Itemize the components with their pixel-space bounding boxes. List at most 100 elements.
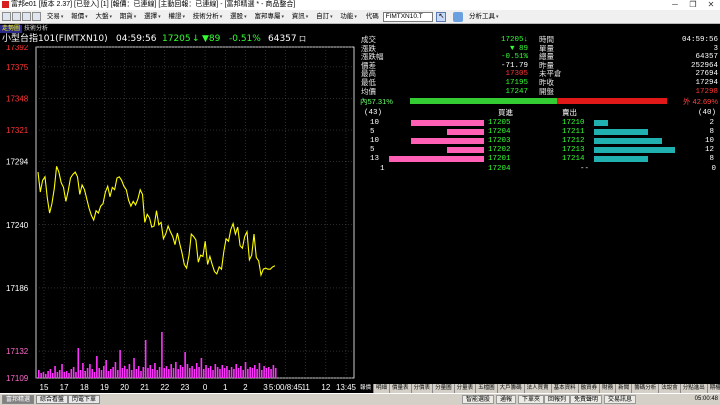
volume-bar bbox=[116, 370, 119, 378]
volume-bar bbox=[216, 367, 219, 378]
pointer-icon[interactable]: ↖ bbox=[436, 12, 447, 22]
quote-symbol-input[interactable]: FIMTXN10.T bbox=[382, 12, 433, 22]
intraday-trend-chart[interactable]: 1739217375173481732117294172401718617132… bbox=[0, 45, 358, 393]
order-folder-button[interactable]: 下單夾 bbox=[518, 395, 545, 404]
detail-tab[interactable]: 新聞 bbox=[616, 384, 633, 393]
menu-quote[interactable]: 報價 bbox=[68, 10, 91, 23]
detail-tab[interactable]: 基本資料 bbox=[552, 384, 579, 393]
trade-messages-button[interactable]: 交易訊息 bbox=[604, 395, 637, 404]
volume-bar bbox=[96, 356, 98, 378]
volume-bar bbox=[100, 370, 103, 378]
x-tick-label: 19 bbox=[100, 383, 109, 392]
volume-bar bbox=[251, 368, 254, 378]
volume-bar bbox=[79, 370, 82, 378]
quote-label: 開盤 bbox=[539, 86, 554, 96]
volume-bar bbox=[142, 367, 145, 378]
window-tab-overview[interactable]: 綜合看盤 bbox=[36, 395, 69, 404]
y-tick-label: 17375 bbox=[6, 63, 29, 72]
volume-bar bbox=[114, 362, 117, 378]
volume-bar bbox=[242, 370, 244, 378]
quote-value: 17305 bbox=[505, 70, 528, 79]
volume-bar bbox=[223, 368, 226, 378]
detail-tab[interactable]: 大戶籌碼 bbox=[498, 384, 525, 393]
menu-trade[interactable]: 交易 bbox=[44, 10, 67, 23]
menu-futures[interactable]: 期貨 bbox=[117, 10, 140, 23]
volume-bar bbox=[177, 369, 179, 378]
window-tab-fubon[interactable]: 富邦精選 bbox=[2, 395, 35, 404]
detail-tab[interactable]: 法人買賣 bbox=[525, 384, 552, 393]
detail-tab[interactable]: 期權買賣 bbox=[708, 384, 720, 393]
detail-tab[interactable]: 融資券 bbox=[579, 384, 601, 393]
print-icon[interactable] bbox=[32, 12, 41, 21]
x-tick-label: 22 bbox=[160, 383, 169, 392]
menu-market[interactable]: 大盤 bbox=[92, 10, 115, 23]
menu-fubon[interactable]: 富邦專屬 bbox=[251, 10, 287, 23]
inside-ratio-label: 內57.31% bbox=[360, 97, 393, 106]
menu-info[interactable]: 資訊 bbox=[289, 10, 312, 23]
bid-depth-bar bbox=[447, 147, 484, 153]
maximize-button[interactable]: ❐ bbox=[684, 0, 702, 10]
disclaimer-button[interactable]: 免責聲明 bbox=[570, 395, 603, 404]
chart-change-pct: -0.51% bbox=[229, 34, 261, 44]
menu-functions[interactable]: 功能 bbox=[337, 10, 360, 23]
menu-custom[interactable]: 自訂 bbox=[313, 10, 336, 23]
detail-tab[interactable]: 明細 bbox=[374, 384, 391, 393]
menu-technical[interactable]: 技術分析 bbox=[190, 10, 226, 23]
window-icon[interactable] bbox=[12, 12, 21, 21]
detail-tab[interactable]: 五檔圖 bbox=[476, 384, 498, 393]
menu-options[interactable]: 選擇 bbox=[141, 10, 164, 23]
menu-warrants[interactable]: 權證 bbox=[165, 10, 188, 23]
detail-tab[interactable]: 分量圖 bbox=[433, 384, 455, 393]
report-bar-button[interactable]: 回報列 bbox=[544, 395, 571, 404]
volume-bar bbox=[230, 367, 233, 378]
volume-bar bbox=[56, 372, 59, 378]
volume-bar bbox=[156, 370, 159, 378]
detail-tab[interactable]: 分價表 bbox=[412, 384, 434, 393]
volume-bar bbox=[137, 366, 140, 378]
detail-tab[interactable]: 分點進出 bbox=[681, 384, 708, 393]
detail-tab[interactable]: 價量表 bbox=[390, 384, 412, 393]
quote-value: 27694 bbox=[695, 70, 718, 79]
volume-bar bbox=[267, 367, 270, 378]
detail-tab[interactable]: 報價 bbox=[358, 384, 375, 393]
y-tick-label: 17186 bbox=[6, 284, 29, 293]
ask-depth-bar bbox=[594, 156, 649, 162]
volume-bar bbox=[163, 368, 166, 378]
volume-bar bbox=[263, 366, 265, 378]
quote-row: 昨收 17294 bbox=[539, 79, 718, 88]
detail-tab[interactable]: 財務 bbox=[600, 384, 617, 393]
tab-technical-analysis[interactable]: 技術分析 bbox=[22, 25, 50, 33]
summary-dash: -- bbox=[580, 165, 590, 173]
volume-bar bbox=[42, 372, 45, 378]
volume-bar bbox=[274, 368, 277, 378]
quote-label: 總量 bbox=[539, 52, 554, 62]
ask-depth-bar bbox=[594, 138, 662, 144]
bid-total: (43) bbox=[364, 109, 383, 117]
window-tab-flash-order[interactable]: 閃電下單 bbox=[68, 395, 101, 404]
quote-row: 時間 04:59:56 bbox=[539, 36, 718, 45]
tab-trend-chart[interactable]: 走勢圖 bbox=[0, 25, 23, 33]
volume-bar bbox=[40, 373, 42, 378]
layout-icon[interactable] bbox=[22, 12, 31, 21]
volume-bar bbox=[44, 374, 47, 378]
detail-tab[interactable]: 法說會 bbox=[659, 384, 681, 393]
analysis-tools-icon[interactable] bbox=[453, 12, 464, 22]
volume-bar bbox=[68, 373, 70, 378]
smart-screener-button[interactable]: 智能選股 bbox=[462, 395, 495, 404]
volume-bar bbox=[198, 367, 200, 378]
home-icon[interactable] bbox=[2, 12, 11, 21]
volume-bar bbox=[144, 340, 147, 378]
menu-analysis-tools[interactable]: 分析工具 bbox=[466, 10, 502, 23]
orderbook-row[interactable]: 13 17201 17214 8 bbox=[358, 154, 720, 164]
volume-bar bbox=[70, 369, 73, 378]
inside-outside-ratio: 內57.31% 外 42.69% bbox=[358, 97, 720, 106]
detail-tab[interactable]: 籌碼分析 bbox=[632, 384, 660, 393]
x-tick-label: 17 bbox=[60, 383, 69, 392]
minimize-button[interactable]: ─ bbox=[666, 0, 684, 10]
volume-bar bbox=[121, 368, 124, 378]
detail-tab[interactable]: 分量表 bbox=[455, 384, 477, 393]
notice-button[interactable]: 通報 bbox=[496, 395, 517, 404]
menu-screener[interactable]: 選股 bbox=[227, 10, 250, 23]
close-button[interactable]: ✕ bbox=[702, 0, 720, 10]
volume-bar bbox=[244, 362, 247, 378]
